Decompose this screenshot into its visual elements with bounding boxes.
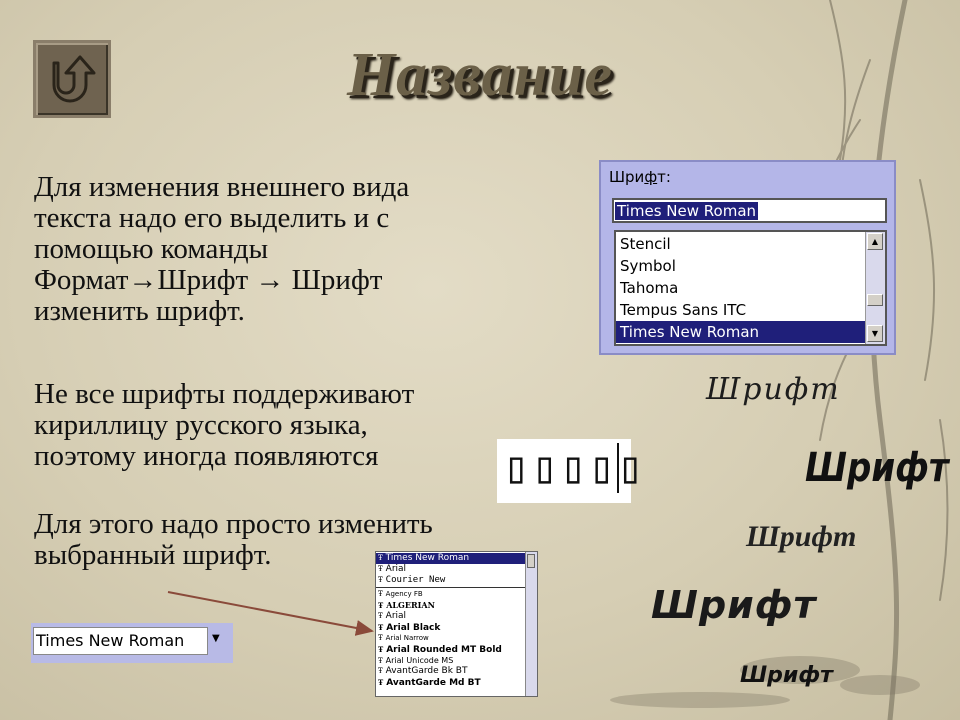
- slide-title: Название: [346, 41, 614, 109]
- font-list-item[interactable]: Ŧ Arial: [376, 611, 527, 622]
- font-sample: Шрифт: [706, 372, 841, 407]
- font-list-item[interactable]: Ŧ ALGERIAN: [376, 600, 527, 611]
- truetype-icon: Ŧ: [378, 623, 384, 632]
- scroll-thumb[interactable]: [867, 294, 883, 306]
- font-list-item[interactable]: Ŧ AvantGarde Bk BT: [376, 666, 527, 677]
- font-dialog: Шрифт: Times New Roman Stencil Symbol Ta…: [599, 160, 896, 355]
- menu-font: Шрифт: [157, 264, 249, 296]
- font-list-item[interactable]: Ŧ Arial Narrow: [376, 633, 527, 644]
- truetype-icon: Ŧ: [378, 657, 383, 665]
- scrollbar[interactable]: [525, 552, 537, 696]
- scroll-thumb[interactable]: [527, 554, 535, 568]
- right-arrow-icon: →: [255, 264, 285, 296]
- font-sample: Шрифт: [805, 445, 949, 491]
- text-line: помощью команды: [34, 233, 269, 265]
- truetype-icon: Ŧ: [378, 565, 383, 573]
- font-label: Шрифт:: [609, 168, 671, 186]
- font-list-item[interactable]: Ŧ Courier New: [376, 575, 527, 586]
- text-line: Для изменения внешнего вида: [34, 171, 410, 203]
- font-listbox[interactable]: Stencil Symbol Tahoma Tempus Sans ITC Ti…: [614, 230, 887, 346]
- scrollbar[interactable]: ▲ ▼: [865, 232, 885, 344]
- font-dropdown-list[interactable]: Ŧ Times New Roman Ŧ Arial Ŧ Courier New Ŧ Ag…: [375, 551, 538, 697]
- truetype-icon: Ŧ: [378, 634, 383, 642]
- font-list-item[interactable]: Ŧ Arial: [376, 564, 527, 575]
- truetype-icon: Ŧ: [378, 645, 384, 654]
- font-combo-box[interactable]: Times New Roman ▼: [31, 623, 233, 663]
- menu-format: Формат: [34, 264, 129, 296]
- font-combo-field[interactable]: Times New Roman: [33, 627, 208, 655]
- menu-path: Формат→Шрифт → Шрифт: [34, 265, 554, 296]
- truetype-icon: Ŧ: [378, 554, 383, 562]
- scroll-up-icon[interactable]: ▲: [867, 233, 883, 250]
- font-list-item[interactable]: Ŧ Arial Rounded MT Bold: [376, 644, 527, 655]
- paragraph-change-font: Для изменения внешнего вида текста надо …: [34, 172, 554, 327]
- truetype-icon: Ŧ: [378, 590, 383, 598]
- text-cursor: [617, 443, 619, 493]
- text-line: изменить шрифт.: [34, 295, 245, 327]
- chevron-down-icon[interactable]: ▼: [212, 630, 228, 648]
- font-list-item[interactable]: Stencil: [620, 233, 671, 255]
- font-list-item[interactable]: Symbol: [620, 255, 676, 277]
- boxes-text: ▯▯▯▯▯: [503, 442, 646, 493]
- font-list-item-selected[interactable]: Ŧ Times New Roman: [376, 553, 527, 564]
- truetype-icon: Ŧ: [378, 612, 383, 620]
- list-separator: [376, 587, 527, 588]
- truetype-icon: Ŧ: [378, 678, 384, 687]
- font-name-value: Times New Roman: [615, 202, 759, 220]
- font-list-item[interactable]: Tahoma: [620, 277, 678, 299]
- font-list-item[interactable]: Ŧ Arial Black: [376, 622, 527, 633]
- font-list-item-selected[interactable]: Times New Roman: [616, 321, 867, 343]
- text-line: Не все шрифты поддерживают: [34, 378, 415, 410]
- font-list-item[interactable]: Ŧ AvantGarde Md BT: [376, 677, 527, 688]
- scroll-down-icon[interactable]: ▼: [867, 325, 883, 342]
- font-list-item[interactable]: Tempus Sans ITC: [620, 299, 746, 321]
- font-list-item[interactable]: Ŧ Arial Unicode MS: [376, 655, 527, 666]
- font-sample: Шрифт: [740, 663, 833, 688]
- font-sample: Шрифт: [746, 520, 857, 553]
- paragraph-cyrillic: Не все шрифты поддерживают кириллицу рус…: [34, 379, 534, 472]
- text-line: поэтому иногда появляются: [34, 440, 379, 472]
- text-line: Для этого надо просто изменить: [34, 508, 433, 540]
- truetype-icon: Ŧ: [378, 601, 384, 610]
- font-sample: Шрифт: [651, 583, 817, 627]
- truetype-icon: Ŧ: [378, 576, 383, 584]
- text-line: кириллицу русского языка,: [34, 409, 368, 441]
- truetype-icon: Ŧ: [378, 667, 383, 675]
- right-arrow-icon: →: [128, 264, 158, 296]
- font-list-item[interactable]: Ŧ Agency FB: [376, 589, 527, 600]
- menu-font-tab: Шрифт: [291, 264, 383, 296]
- missing-glyph-boxes: ▯▯▯▯▯: [497, 439, 643, 503]
- font-name-input[interactable]: Times New Roman: [612, 198, 887, 223]
- text-line: текста надо его выделить и с: [34, 202, 390, 234]
